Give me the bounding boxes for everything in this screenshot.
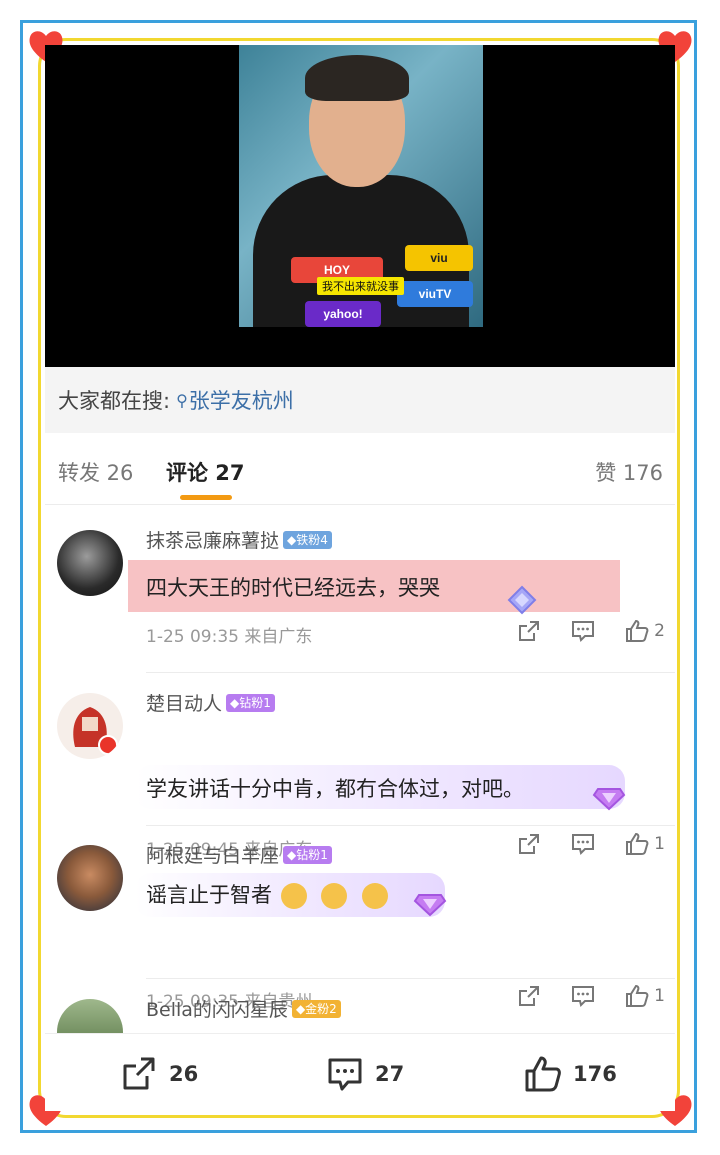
tab-likes[interactable]: 赞 176: [595, 457, 663, 487]
fan-badge: ◆ 铁粉4: [283, 530, 332, 549]
search-icon: ⚲: [176, 390, 188, 410]
comment-actions: 2: [516, 618, 665, 644]
share-icon[interactable]: [516, 618, 542, 644]
avatar[interactable]: [57, 999, 123, 1033]
search-query: 张学友杭州: [188, 389, 294, 413]
active-tab-indicator: [180, 495, 232, 500]
diamond-icon: [413, 894, 447, 917]
mic-logo: viuTV: [397, 281, 473, 307]
share-icon: [123, 1057, 155, 1090]
fan-badge: ◆ 金粉2: [291, 999, 341, 1018]
comment-icon: [328, 1058, 362, 1091]
like-count: 176: [573, 1062, 617, 1086]
avatar[interactable]: [57, 845, 123, 911]
comment-username[interactable]: 阿根廷与白羊座 ◆ 钻粉1: [146, 841, 332, 868]
video-player[interactable]: HOY viu viuTV yahoo! 我不出来就没事: [45, 45, 675, 367]
comment-text: 谣言止于智者: [146, 883, 272, 907]
tab-comments[interactable]: 评论 27: [166, 457, 245, 487]
pray-emoji-icon: [362, 883, 389, 909]
divider: [45, 504, 675, 505]
post-detail: HOY viu viuTV yahoo! 我不出来就没事 大家都在搜: ⚲ 张学…: [45, 45, 675, 1111]
pray-emoji-icon: [321, 883, 348, 909]
divider: [146, 825, 675, 826]
diamond-icon: [507, 585, 537, 615]
divider: [146, 672, 675, 673]
fan-badge: ◆ 钻粉1: [226, 693, 275, 712]
comment-count: 27: [375, 1062, 405, 1086]
tab-reposts[interactable]: 转发 26: [58, 457, 133, 487]
repost-count: 26: [169, 1062, 199, 1086]
comment-username[interactable]: 抹茶忌廉麻薯挞 ◆ 铁粉4: [146, 526, 332, 553]
comment-icon[interactable]: [570, 618, 596, 644]
bottom-action-bar: 26 27 176: [45, 1033, 675, 1111]
search-link[interactable]: ⚲ 张学友杭州: [176, 385, 294, 415]
search-label: 大家都在搜:: [58, 389, 171, 413]
comment-item: 楚目动人 ◆ 钻粉1 学友讲话十分中肯，都冇合体过，对吧。 1-25 09:45 …: [45, 683, 675, 860]
comment-text: 四大天王的时代已经远去，哭哭: [146, 576, 440, 600]
video-thumbnail: HOY viu viuTV yahoo! 我不出来就没事: [239, 45, 483, 327]
video-caption: 我不出来就没事: [317, 277, 404, 295]
diamond-icon: [592, 788, 626, 811]
divider: [146, 978, 675, 979]
mic-logo: yahoo!: [305, 301, 381, 327]
avatar[interactable]: [57, 693, 123, 759]
like-button[interactable]: 176: [523, 1054, 617, 1094]
trending-search-bar: 大家都在搜: ⚲ 张学友杭州: [45, 367, 675, 433]
comment-button[interactable]: 27: [325, 1054, 404, 1094]
comment-item: 阿根廷与白羊座 ◆ 钻粉1 谣言止于智者 1-25 09:35 来自贵州 1: [45, 835, 675, 1012]
mic-logo: viu: [405, 245, 473, 271]
like-icon: [525, 1056, 561, 1092]
comment-username[interactable]: 楚目动人 ◆ 钻粉1: [146, 689, 275, 716]
comment-item: 抹茶忌廉麻薯挞 ◆ 铁粉4 四大天王的时代已经远去，哭哭 1-25 09:35 来…: [45, 520, 675, 672]
pray-emoji-icon: [280, 883, 307, 909]
fan-badge: ◆ 钻粉1: [283, 845, 332, 864]
avatar[interactable]: [57, 530, 123, 596]
comment-text-row: 谣言止于智者: [146, 879, 389, 909]
comment-username[interactable]: Bella的闪闪星辰 ◆ 金粉2: [146, 995, 341, 1022]
comment-item: Bella的闪闪星辰 ◆ 金粉2: [45, 989, 675, 1033]
post-tabs: 转发 26 评论 27 赞 176: [45, 443, 675, 503]
like-icon[interactable]: [624, 618, 650, 644]
comment-meta: 1-25 09:35 来自广东: [146, 627, 313, 647]
like-count: 2: [654, 621, 665, 641]
repost-button[interactable]: 26: [119, 1054, 198, 1094]
comment-text: 学友讲话十分中肯，都冇合体过，对吧。: [146, 777, 524, 801]
